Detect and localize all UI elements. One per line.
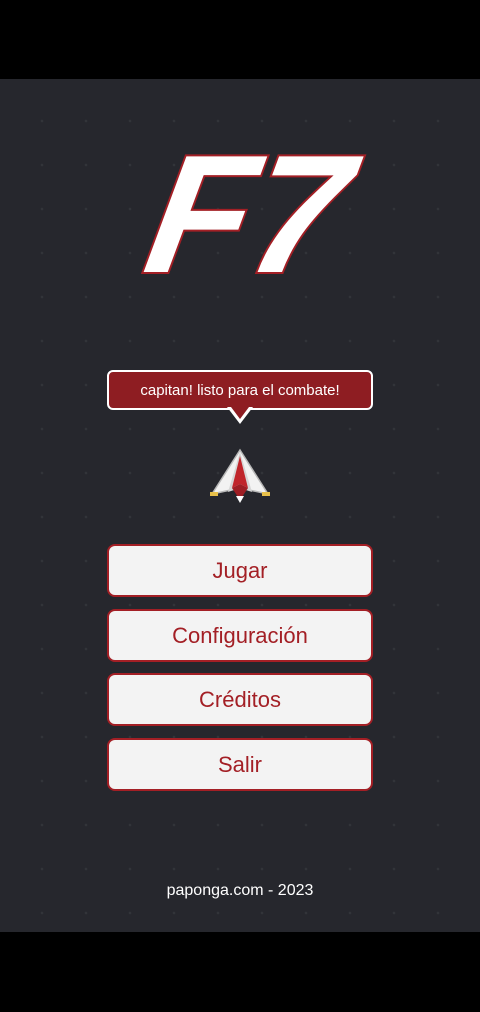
speech-bubble-text: capitan! listo para el combate! — [140, 381, 340, 399]
exit-button-label: Salir — [217, 751, 262, 777]
settings-button-label: Configuración — [172, 622, 308, 648]
credits-button-label: Créditos — [199, 686, 281, 712]
spaceship-icon — [210, 448, 270, 503]
play-button-label: Jugar — [212, 557, 268, 583]
speech-bubble: capitan! listo para el combate! — [107, 370, 373, 410]
status-bar — [0, 0, 480, 79]
speech-bubble-tail — [227, 407, 253, 424]
settings-button[interactable]: Configuración — [107, 609, 373, 662]
game-logo: F7 — [132, 140, 370, 285]
play-button[interactable]: Jugar — [107, 544, 373, 597]
credits-button[interactable]: Créditos — [107, 673, 373, 726]
exit-button[interactable]: Salir — [107, 738, 373, 791]
footer-credit: paponga.com - 2023 — [166, 882, 314, 899]
navigation-bar — [0, 932, 480, 1012]
logo-text: F7 — [134, 140, 370, 285]
